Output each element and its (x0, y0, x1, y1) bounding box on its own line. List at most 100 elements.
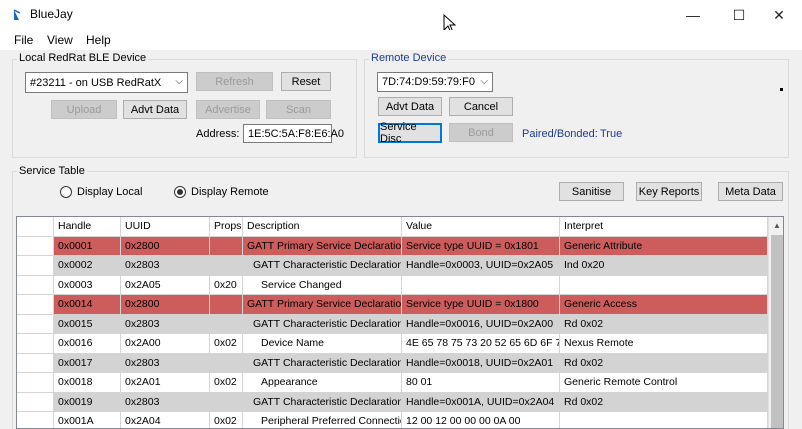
handle-cell: 0x0015 (54, 314, 121, 334)
bond-button[interactable]: Bond (449, 123, 513, 142)
column-header-handle[interactable]: Handle (54, 217, 121, 237)
maximize-icon: ☐ (732, 6, 746, 23)
display-remote-radio[interactable]: Display Remote (174, 186, 284, 200)
row-selector-cell (17, 353, 54, 373)
reset-button[interactable]: Reset (281, 72, 331, 91)
table-row[interactable]: 0x0014 0x2800 GATT Primary Service Declara… (17, 295, 768, 315)
handle-cell: 0x0002 (54, 256, 121, 276)
interpret-cell: Rd 0x02 (560, 353, 768, 373)
table-row[interactable]: 0x0001 0x2800 GATT Primary Service Declara… (17, 236, 768, 256)
key-reports-button[interactable]: Key Reports (636, 182, 702, 201)
value-cell: 80 01 (402, 373, 560, 393)
column-header-value[interactable]: Value (402, 217, 560, 237)
address-field[interactable]: 1E:5C:5A:F8:E6:A0 (243, 124, 344, 143)
remote-device-group-label: Remote Device (369, 52, 449, 64)
table-row[interactable]: 0x0017 0x2803 GATT Characteristic Declarat… (17, 353, 768, 373)
description-cell: Device Name (243, 334, 402, 354)
local-advt-data-button[interactable]: Advt Data (123, 100, 187, 119)
menu-help[interactable]: Help (86, 33, 111, 47)
paired-bonded-label: Paired/Bonded: (522, 128, 598, 140)
handle-cell: 0x0019 (54, 392, 121, 412)
uuid-cell: 0x2803 (121, 392, 210, 412)
vertical-scrollbar[interactable]: ▲ (768, 217, 783, 428)
table-row[interactable]: 0x0019 0x2803 GATT Characteristic Declarat… (17, 392, 768, 412)
chevron-up-icon[interactable]: ▲ (769, 217, 783, 233)
handle-cell: 0x001A (54, 412, 121, 428)
description-cell: Appearance (243, 373, 402, 393)
paired-bonded-value: True (600, 128, 623, 140)
uuid-cell: 0x2A00 (121, 334, 210, 354)
row-selector-cell (17, 334, 54, 354)
table-row[interactable]: 0x0015 0x2803 GATT Characteristic Declarat… (17, 314, 768, 334)
interpret-cell: Generic Access (560, 295, 768, 315)
service-table[interactable]: Handle UUID Props Description Value Inte… (16, 216, 784, 429)
interpret-cell: Generic Attribute (560, 236, 768, 256)
sanitise-button[interactable]: Sanitise (559, 182, 624, 201)
value-cell: 4E 65 78 75 73 20 52 65 6D 6F 7... (402, 334, 560, 354)
handle-cell: 0x0017 (54, 353, 121, 373)
description-cell: Service Changed (243, 275, 402, 295)
table-row[interactable]: 0x001A 0x2A04 0x02 Peripheral Preferred Con… (17, 412, 768, 428)
table-row[interactable]: 0x0002 0x2803 GATT Characteristic Declarat… (17, 256, 768, 276)
remote-device-select[interactable]: 7D:74:D9:59:79:F0 ⌵ (377, 72, 493, 92)
service-table-group-label: Service Table (17, 165, 87, 177)
close-icon: ✕ (773, 6, 785, 23)
uuid-cell: 0x2800 (121, 295, 210, 315)
value-cell: Handle=0x0016, UUID=0x2A00 (402, 314, 560, 334)
menu-view[interactable]: View (47, 33, 73, 47)
table-row[interactable]: 0x0016 0x2A00 0x02 Device Name 4E 65 78 75 7… (17, 334, 768, 354)
interpret-cell (560, 412, 768, 428)
column-header-props[interactable]: Props (210, 217, 243, 237)
description-cell: GATT Primary Service Declaration (243, 295, 402, 315)
handle-cell: 0x0003 (54, 275, 121, 295)
interpret-cell: Rd 0x02 (560, 314, 768, 334)
window-title: BlueJay (30, 7, 73, 21)
close-button[interactable]: ✕ (756, 0, 802, 30)
handle-cell: 0x0001 (54, 236, 121, 256)
uuid-cell: 0x2A05 (121, 275, 210, 295)
column-header-uuid[interactable]: UUID (121, 217, 210, 237)
props-cell (210, 236, 243, 256)
props-cell: 0x20 (210, 275, 243, 295)
service-disc-button[interactable]: Service Disc (378, 121, 442, 145)
description-cell: GATT Characteristic Declaration (243, 256, 402, 276)
column-header-description[interactable]: Description (243, 217, 402, 237)
remote-advt-data-button[interactable]: Advt Data (378, 97, 442, 116)
local-device-group-label: Local RedRat BLE Device (17, 52, 149, 64)
menu-file[interactable]: File (14, 33, 33, 47)
interpret-cell (560, 275, 768, 295)
display-local-radio[interactable]: Display Local (60, 186, 190, 200)
scrollbar-thumb[interactable] (771, 235, 783, 428)
menu-bar: File View Help (0, 30, 802, 50)
local-device-select[interactable]: #23211 - on USB RedRatX ⌵ (25, 72, 188, 93)
table-row[interactable]: 0x0003 0x2A05 0x20 Service Changed (17, 275, 768, 295)
cancel-button[interactable]: Cancel (449, 97, 513, 116)
uuid-cell: 0x2803 (121, 353, 210, 373)
table-row[interactable]: 0x0018 0x2A01 0x02 Appearance 80 01 Generic R… (17, 373, 768, 393)
row-selector-cell (17, 412, 54, 428)
minimize-button[interactable]: — (670, 0, 716, 30)
minimize-icon: — (686, 7, 700, 23)
column-header-interpret[interactable]: Interpret (560, 217, 768, 237)
display-local-label: Display Local (77, 186, 143, 198)
meta-data-button[interactable]: Meta Data (718, 182, 783, 201)
column-header-select[interactable] (17, 217, 54, 237)
props-cell (210, 353, 243, 373)
advertise-button[interactable]: Advertise (196, 100, 260, 119)
handle-cell: 0x0014 (54, 295, 121, 315)
upload-button[interactable]: Upload (51, 100, 117, 119)
row-selector-cell (17, 256, 54, 276)
scan-button[interactable]: Scan (266, 100, 331, 119)
interpret-cell: Ind 0x20 (560, 256, 768, 276)
uuid-cell: 0x2803 (121, 256, 210, 276)
refresh-button[interactable]: Refresh (196, 72, 273, 91)
interpret-cell: Nexus Remote (560, 334, 768, 354)
props-cell (210, 314, 243, 334)
value-cell: Service type UUID = 0x1801 (402, 236, 560, 256)
row-selector-cell (17, 314, 54, 334)
handle-cell: 0x0016 (54, 334, 121, 354)
radio-button-checked-icon (174, 186, 186, 198)
description-cell: GATT Characteristic Declaration (243, 392, 402, 412)
display-remote-label: Display Remote (191, 186, 269, 198)
value-cell: Handle=0x0018, UUID=0x2A01 (402, 353, 560, 373)
